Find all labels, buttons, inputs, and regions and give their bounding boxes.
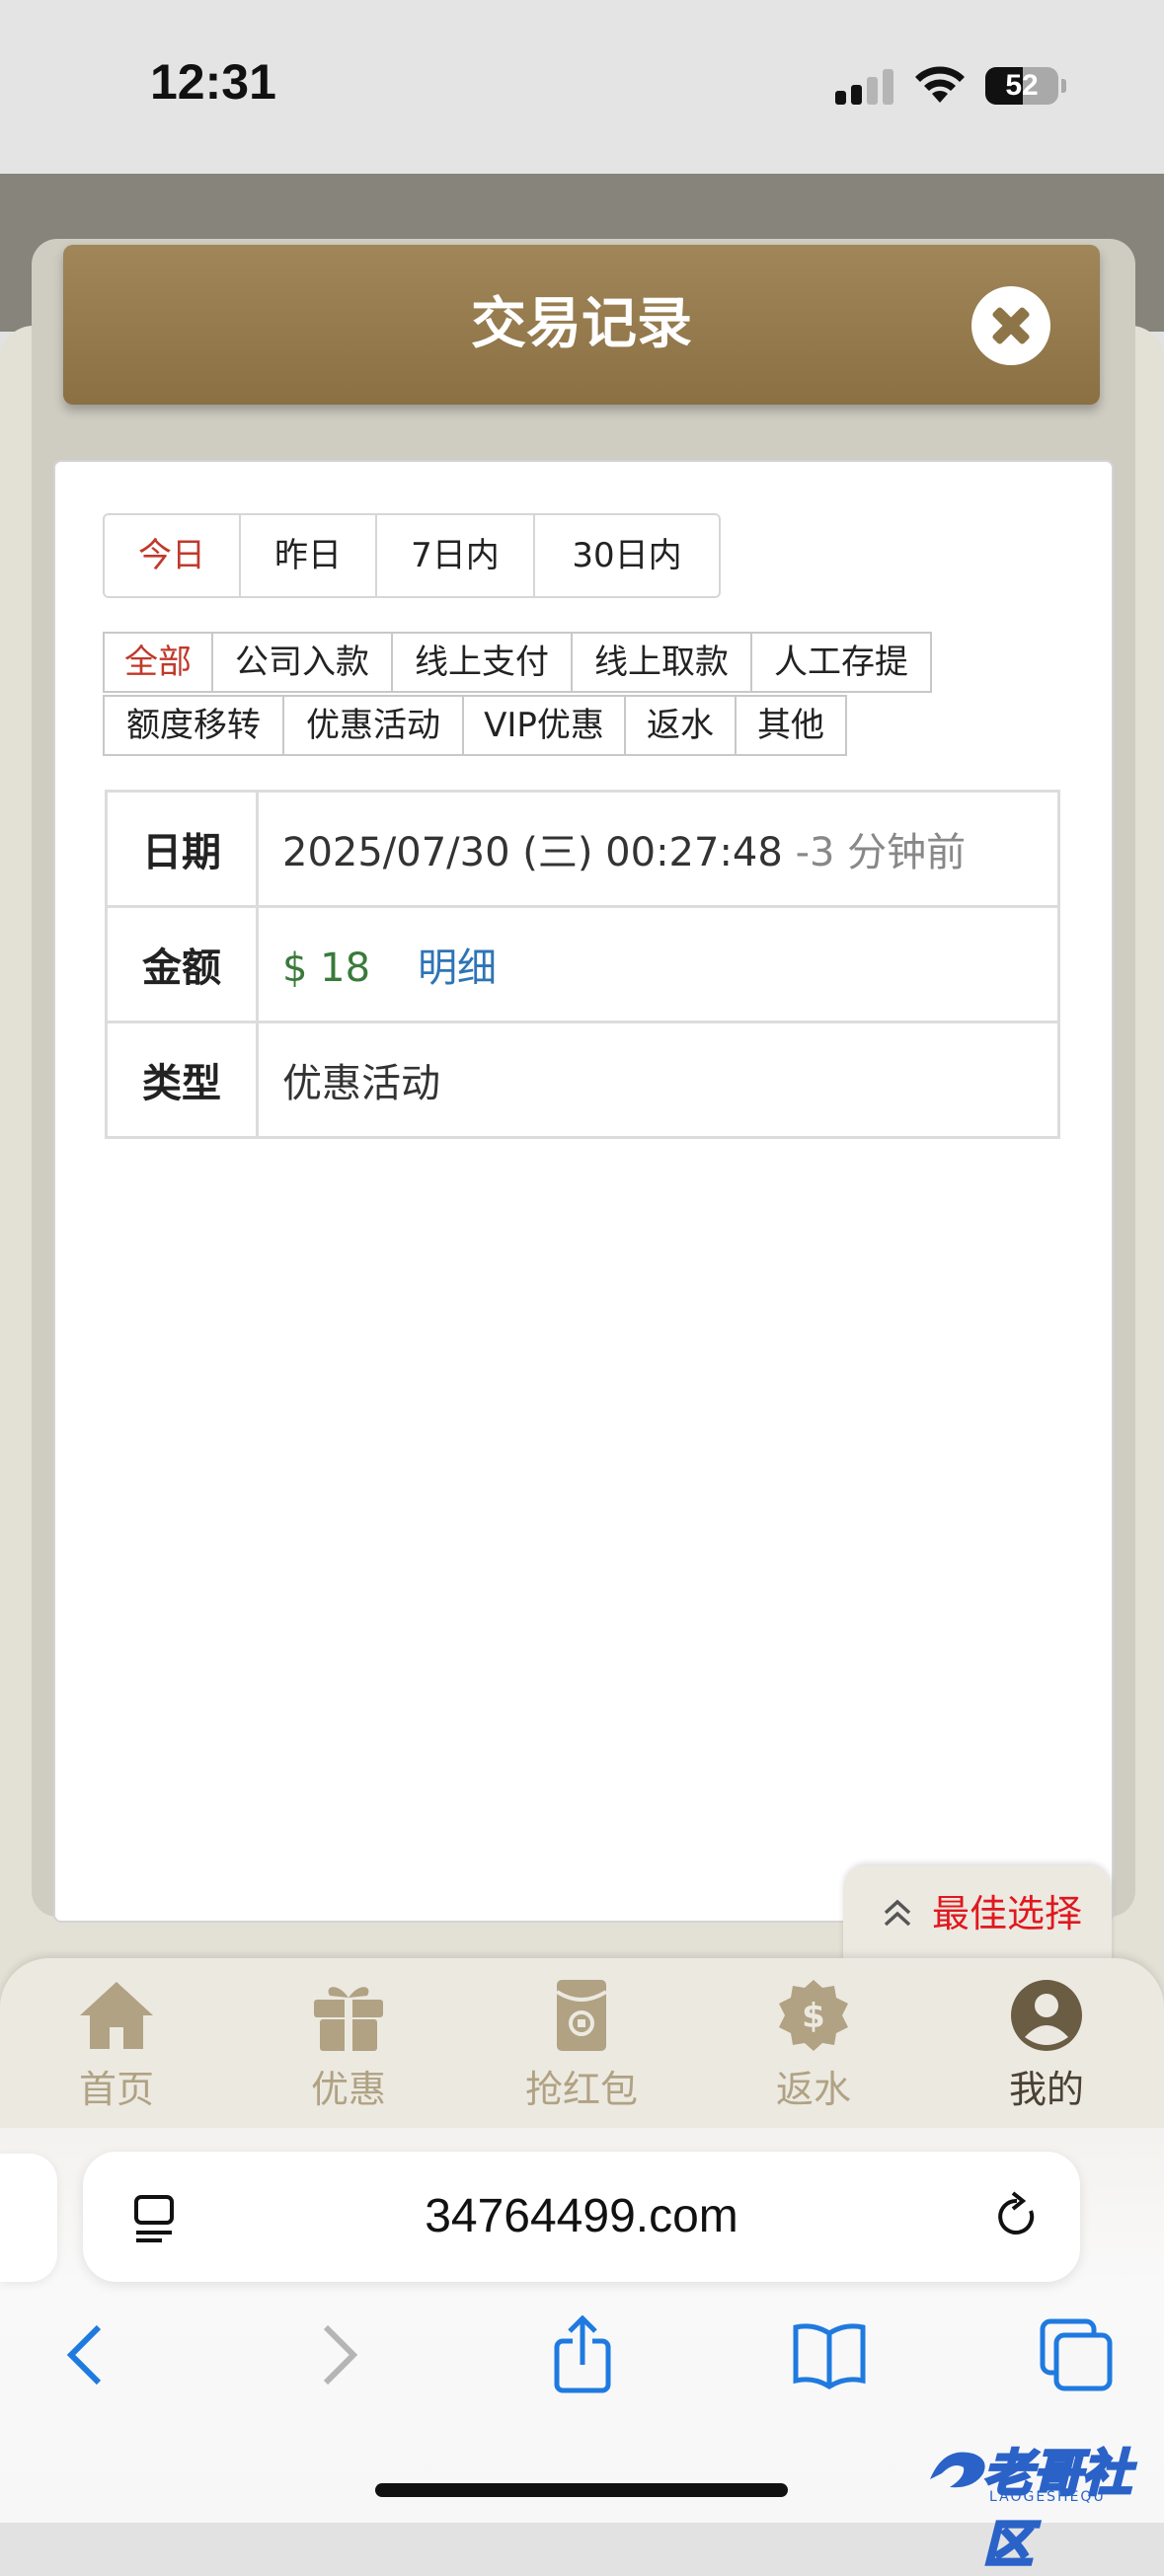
nav-promotions[interactable]: 优惠 <box>260 1978 437 2113</box>
battery-icon: 52 <box>985 67 1058 105</box>
nav-red-envelope-label: 抢红包 <box>524 2068 638 2111</box>
category-rebate[interactable]: 返水 <box>624 695 737 756</box>
type-label: 类型 <box>105 1021 259 1139</box>
amount-cell: $ 18 明细 <box>256 905 1060 1023</box>
nav-mine[interactable]: 我的 <box>958 1978 1135 2113</box>
address-bar[interactable]: 34764499.com <box>83 2152 1080 2282</box>
tab-today[interactable]: 今日 <box>105 515 239 596</box>
category-company-deposit[interactable]: 公司入款 <box>211 632 393 693</box>
share-icon[interactable] <box>543 2315 622 2394</box>
modal-body: 今日 昨日 7日内 30日内 全部 公司入款 线上支付 线上取款 人工存提 额度… <box>53 460 1114 1923</box>
watermark-subtext: LAOGESHEQU <box>989 2489 1106 2505</box>
tab-7-days[interactable]: 7日内 <box>375 515 533 596</box>
table-row: 类型 优惠活动 <box>105 1021 1060 1139</box>
home-icon <box>80 1982 153 2049</box>
category-vip-bonus[interactable]: VIP优惠 <box>462 695 626 756</box>
nav-rebate-label: 返水 <box>775 2068 851 2111</box>
tab-30-days[interactable]: 30日内 <box>533 515 719 596</box>
double-chevron-up-icon <box>884 1899 911 1927</box>
category-other[interactable]: 其他 <box>735 695 847 756</box>
back-icon[interactable] <box>47 2315 126 2394</box>
cellular-signal-icon <box>835 69 894 105</box>
table-row: 日期 2025/07/30 (三) 00:27:48 -3 分钟前 <box>105 790 1060 908</box>
category-online-withdraw[interactable]: 线上取款 <box>571 632 752 693</box>
nav-red-envelope[interactable]: 抢红包 <box>493 1978 670 2113</box>
nav-promotions-label: 优惠 <box>310 2068 386 2111</box>
home-indicator <box>375 2483 788 2497</box>
category-credit-transfer[interactable]: 额度移转 <box>103 695 284 756</box>
bottom-navigation: 首页 优惠 抢红包 $ 返水 我的 <box>0 1958 1164 2128</box>
wifi-icon <box>915 66 965 103</box>
date-range-tabs: 今日 昨日 7日内 30日内 <box>103 513 721 598</box>
red-envelope-icon <box>555 1980 608 2051</box>
status-bar: 12:31 52 <box>0 0 1164 174</box>
nav-rebate[interactable]: $ 返水 <box>725 1978 902 2113</box>
forward-icon[interactable] <box>298 2315 377 2394</box>
category-online-payment[interactable]: 线上支付 <box>391 632 573 693</box>
watermark-logo: 老哥社区 LAOGESHEQU <box>924 2430 1151 2575</box>
nav-mine-label: 我的 <box>1008 2068 1084 2111</box>
dollar-badge-icon: $ <box>779 1980 848 2051</box>
modal-header: 交易记录 <box>63 245 1100 405</box>
category-all[interactable]: 全部 <box>103 632 213 693</box>
url-text: 34764499.com <box>425 2190 738 2242</box>
svg-text:$: $ <box>802 1997 825 2036</box>
modal-title: 交易记录 <box>471 292 692 356</box>
date-label: 日期 <box>105 790 259 908</box>
date-cell: 2025/07/30 (三) 00:27:48 -3 分钟前 <box>256 790 1060 908</box>
reload-icon[interactable] <box>991 2191 1043 2242</box>
best-choice-button[interactable]: 最佳选择 <box>843 1865 1112 1964</box>
type-value: 优惠活动 <box>256 1021 1060 1139</box>
user-icon <box>1011 1980 1082 2051</box>
tabs-icon[interactable] <box>1037 2315 1116 2394</box>
battery-tip <box>1061 79 1066 93</box>
category-row: 全部 公司入款 线上支付 线上取款 人工存提 <box>103 632 991 693</box>
previous-tab-preview[interactable] <box>0 2154 57 2282</box>
category-manual-deposit-withdraw[interactable]: 人工存提 <box>750 632 932 693</box>
amount-value: $ 18 <box>282 946 371 991</box>
close-icon[interactable] <box>971 286 1050 365</box>
gift-icon <box>314 1987 383 2051</box>
time-ago: -3 分钟前 <box>795 830 967 875</box>
nav-home[interactable]: 首页 <box>28 1978 205 2113</box>
detail-link[interactable]: 明细 <box>418 946 497 991</box>
tab-yesterday[interactable]: 昨日 <box>239 515 375 596</box>
battery-level: 52 <box>1005 69 1039 102</box>
date-value: 2025/07/30 (三) 00:27:48 <box>282 830 783 875</box>
best-choice-label: 最佳选择 <box>932 1892 1083 1935</box>
category-row: 额度移转 优惠活动 VIP优惠 返水 其他 <box>103 695 991 756</box>
watermark-text: 老哥社区 <box>982 2444 1133 2575</box>
transaction-detail-table: 日期 2025/07/30 (三) 00:27:48 -3 分钟前 金额 $ 1… <box>105 790 1060 1139</box>
status-time: 12:31 <box>150 54 276 110</box>
amount-label: 金额 <box>105 905 259 1023</box>
category-filters: 全部 公司入款 线上支付 线上取款 人工存提 额度移转 优惠活动 VIP优惠 返… <box>103 632 991 758</box>
bookmarks-icon[interactable] <box>790 2315 869 2394</box>
nav-home-label: 首页 <box>78 2068 154 2111</box>
table-row: 金额 $ 18 明细 <box>105 905 1060 1023</box>
category-promotion[interactable]: 优惠活动 <box>282 695 464 756</box>
